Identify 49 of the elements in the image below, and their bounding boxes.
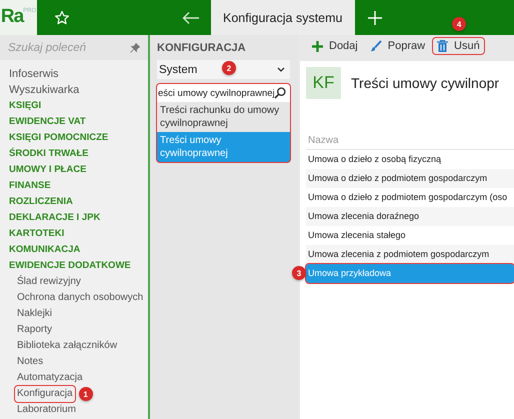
toolbar-button[interactable]: Dodaj xyxy=(308,38,362,54)
sidebar-item[interactable]: ŚRODKI TRWAŁE xyxy=(0,146,148,162)
sidebar-item[interactable]: Biblioteka załączników xyxy=(0,338,118,354)
sidebar-item[interactable]: UMOWY I PŁACE xyxy=(0,162,148,178)
sidebar-item[interactable]: KOMUNIKACJA xyxy=(0,242,148,258)
table-row[interactable]: Umowa zlecenia z podmiotem gospodarczym xyxy=(306,245,514,264)
sidebar-item[interactable]: EWIDENCJE DODATKOWE xyxy=(0,258,148,274)
sidebar-item[interactable]: Laboratorium xyxy=(0,402,76,418)
panel-heading: KONFIGURACJA xyxy=(157,41,247,56)
table-row[interactable]: Umowa o dzieło z podmiotem gospodarczym (oso xyxy=(306,188,514,207)
table-row[interactable]: Umowa zlecenia doraźnego xyxy=(306,207,514,226)
sidebar-item[interactable]: Notes xyxy=(0,354,44,370)
sidebar-item[interactable]: FINANSE xyxy=(0,178,148,194)
toolbar-button[interactable]: Usuń xyxy=(433,38,484,54)
sidebar-item[interactable]: Naklejki xyxy=(0,306,52,322)
sidebar-item[interactable]: Konfiguracja xyxy=(15,386,75,402)
search-icon[interactable] xyxy=(274,87,286,99)
search-field[interactable]: eści umowy cywilnoprawnej xyxy=(157,84,290,102)
table-row[interactable]: Umowa o dzieło z osobą fizyczną xyxy=(306,150,514,169)
plus-icon xyxy=(312,40,323,52)
search-field[interactable]: Szukaj poleceń xyxy=(0,35,148,60)
sidebar-item[interactable]: Ochrona danych osobowych xyxy=(0,290,144,306)
sidebar-item[interactable]: KARTOTEKI xyxy=(0,226,148,242)
step-number-badge: 1 xyxy=(78,387,93,401)
pin-icon[interactable] xyxy=(130,42,140,52)
tab[interactable]: Konfiguracja systemu xyxy=(211,0,355,35)
sidebar-item[interactable]: KSIĘGI xyxy=(0,98,148,114)
sidebar-item[interactable]: Automatyzacja xyxy=(0,370,83,386)
sidebar-item[interactable]: EWIDENCJE VAT xyxy=(0,114,148,130)
sidebar-item[interactable]: KSIĘGI POMOCNICZE xyxy=(0,130,148,146)
search-field[interactable]: Szukaj poleceń xyxy=(8,42,130,54)
sidebar-item[interactable]: DEKLARACJE I JPK xyxy=(0,210,148,226)
back-arrow-icon[interactable] xyxy=(182,10,200,24)
plus-icon[interactable] xyxy=(366,10,383,26)
sidebar-item[interactable]: Infoserwis xyxy=(0,66,148,82)
page-title: Treści umowy cywilnopr xyxy=(351,75,500,91)
sidebar-item[interactable]: Raporty xyxy=(0,322,52,338)
toolbar-button[interactable]: Popraw xyxy=(366,38,430,54)
star-icon[interactable] xyxy=(54,10,70,26)
chevron-down-icon xyxy=(277,67,285,72)
table-row[interactable]: Umowa zlecenia stałego xyxy=(306,226,514,245)
table-row[interactable]: Umowa o dzieło z podmiotem gospodarczym xyxy=(306,169,514,188)
search-field[interactable]: eści umowy cywilnoprawnej xyxy=(157,88,274,98)
sidebar-item[interactable]: ROZLICZENIA xyxy=(0,194,148,210)
badge: KF xyxy=(306,67,341,99)
brush-icon xyxy=(370,40,382,52)
sidebar-item[interactable]: Ślad rewizyjny xyxy=(0,274,81,290)
sidebar-item[interactable]: Wyszukiwarka xyxy=(0,82,148,98)
trash-icon xyxy=(437,40,448,52)
